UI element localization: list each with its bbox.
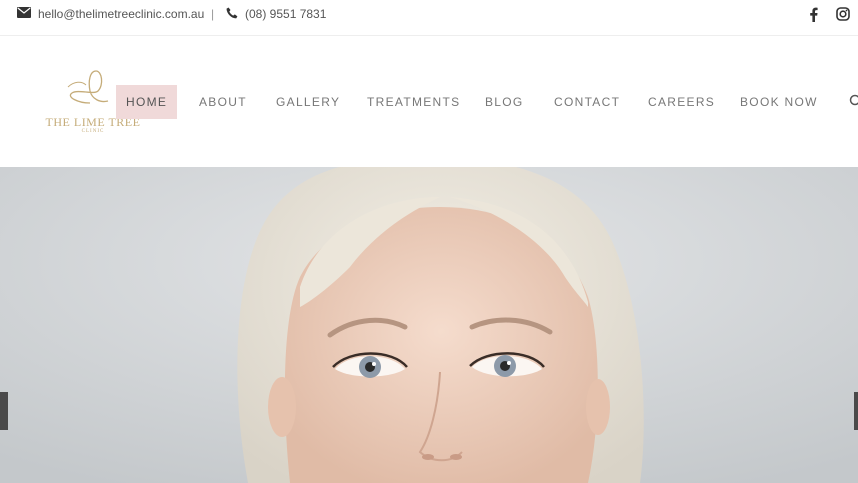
- nav-gallery-label: GALLERY: [276, 95, 341, 109]
- phone-link[interactable]: (08) 9551 7831: [226, 0, 326, 28]
- nav-home[interactable]: HOME: [116, 85, 178, 119]
- nav-treatments[interactable]: TREATMENTS: [367, 85, 460, 119]
- nav-home-label: HOME: [126, 95, 168, 109]
- search-icon[interactable]: [849, 94, 858, 108]
- slider-next-arrow[interactable]: [854, 392, 858, 430]
- phone-text: (08) 9551 7831: [245, 7, 327, 21]
- nav-blog-label: BLOG: [485, 95, 524, 109]
- nav-treatments-label: TREATMENTS: [367, 95, 461, 109]
- hero-slider: [0, 167, 858, 483]
- instagram-icon[interactable]: [835, 5, 851, 23]
- nav-careers[interactable]: CAREERS: [648, 85, 715, 119]
- nav-about-label: ABOUT: [199, 95, 247, 109]
- nav-contact-label: CONTACT: [554, 95, 621, 109]
- site-header: THE LIME TREE CLINIC HOME ABOUT GALLERY …: [0, 37, 858, 167]
- email-text: hello@thelimetreeclinic.com.au: [38, 7, 205, 21]
- nav-book-now-label: BOOK NOW: [740, 95, 818, 109]
- top-bar: hello@thelimetreeclinic.com.au | (08) 95…: [0, 0, 858, 36]
- phone-icon: [226, 7, 238, 22]
- facebook-icon[interactable]: [806, 5, 820, 23]
- nav-gallery[interactable]: GALLERY: [276, 85, 340, 119]
- topbar-separator: |: [211, 7, 215, 21]
- nav-blog[interactable]: BLOG: [485, 85, 524, 119]
- slider-prev-arrow[interactable]: [0, 392, 8, 430]
- nav-book-now[interactable]: BOOK NOW: [740, 85, 818, 119]
- nav-careers-label: CAREERS: [648, 95, 716, 109]
- email-link[interactable]: hello@thelimetreeclinic.com.au: [17, 0, 204, 28]
- nav-contact[interactable]: CONTACT: [554, 85, 620, 119]
- logo-subtitle: CLINIC: [81, 129, 105, 134]
- envelope-icon: [17, 7, 31, 21]
- hero-portrait-image: [0, 167, 858, 483]
- nav-about[interactable]: ABOUT: [199, 85, 247, 119]
